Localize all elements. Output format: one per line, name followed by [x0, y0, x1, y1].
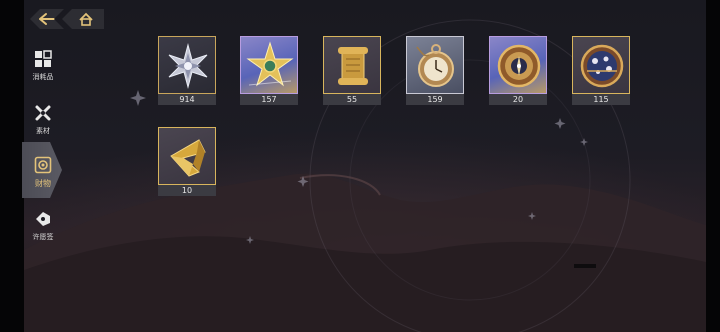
inventory-item-silver-star-crystal[interactable]: 914	[158, 36, 216, 105]
golden-impossible-triangle-icon	[170, 139, 206, 177]
sidebar-item-consumables[interactable]: 消耗品	[26, 50, 60, 82]
sidebar-item-materials[interactable]: 素材	[26, 104, 60, 136]
item-count: 159	[406, 94, 464, 105]
sidebar-item-label: 消耗品	[32, 73, 54, 81]
inventory-item-pocket-watch[interactable]: 159	[406, 36, 464, 105]
silver-star-crystal-icon	[168, 43, 208, 89]
consumables-icon	[35, 50, 52, 67]
item-count: 157	[240, 94, 298, 105]
inventory-item-golden-star-badge[interactable]: 157	[240, 36, 298, 105]
treasure-icon	[34, 156, 52, 174]
inventory-item-golden-impossible-triangle[interactable]: 10	[158, 127, 216, 196]
item-frame	[572, 36, 630, 94]
sidebar-item-label: 财物	[35, 179, 51, 188]
item-count: 10	[158, 185, 216, 196]
item-frame	[406, 36, 464, 94]
inventory-item-golden-scroll[interactable]: 55	[323, 36, 381, 105]
item-frame	[323, 36, 381, 94]
item-frame	[240, 36, 298, 94]
materials-icon	[35, 105, 51, 121]
compass-medallion-icon	[497, 44, 541, 88]
golden-star-badge-icon	[246, 41, 294, 87]
item-count: 20	[489, 94, 547, 105]
item-frame	[158, 36, 216, 94]
inventory-item-compass-medallion[interactable]: 20	[489, 36, 547, 105]
left-edge-bar	[0, 0, 24, 332]
inventory-item-star-chart-disc[interactable]: 115	[572, 36, 630, 105]
sidebar-item-treasure[interactable]: 财物	[26, 156, 60, 189]
golden-scroll-icon	[338, 47, 368, 85]
sidebar-item-wish-tag[interactable]: 许愿签	[26, 210, 60, 242]
sidebar-item-label: 素材	[36, 127, 50, 135]
item-frame	[489, 36, 547, 94]
star-chart-disc-icon	[580, 44, 624, 88]
item-count: 115	[572, 94, 630, 105]
item-count: 55	[323, 94, 381, 105]
item-frame	[158, 127, 216, 185]
sidebar-item-label: 许愿签	[32, 233, 54, 241]
item-count: 914	[158, 94, 216, 105]
right-edge-bar	[706, 0, 720, 332]
wish-tag-icon	[36, 212, 50, 226]
pocket-watch-icon	[416, 44, 454, 87]
